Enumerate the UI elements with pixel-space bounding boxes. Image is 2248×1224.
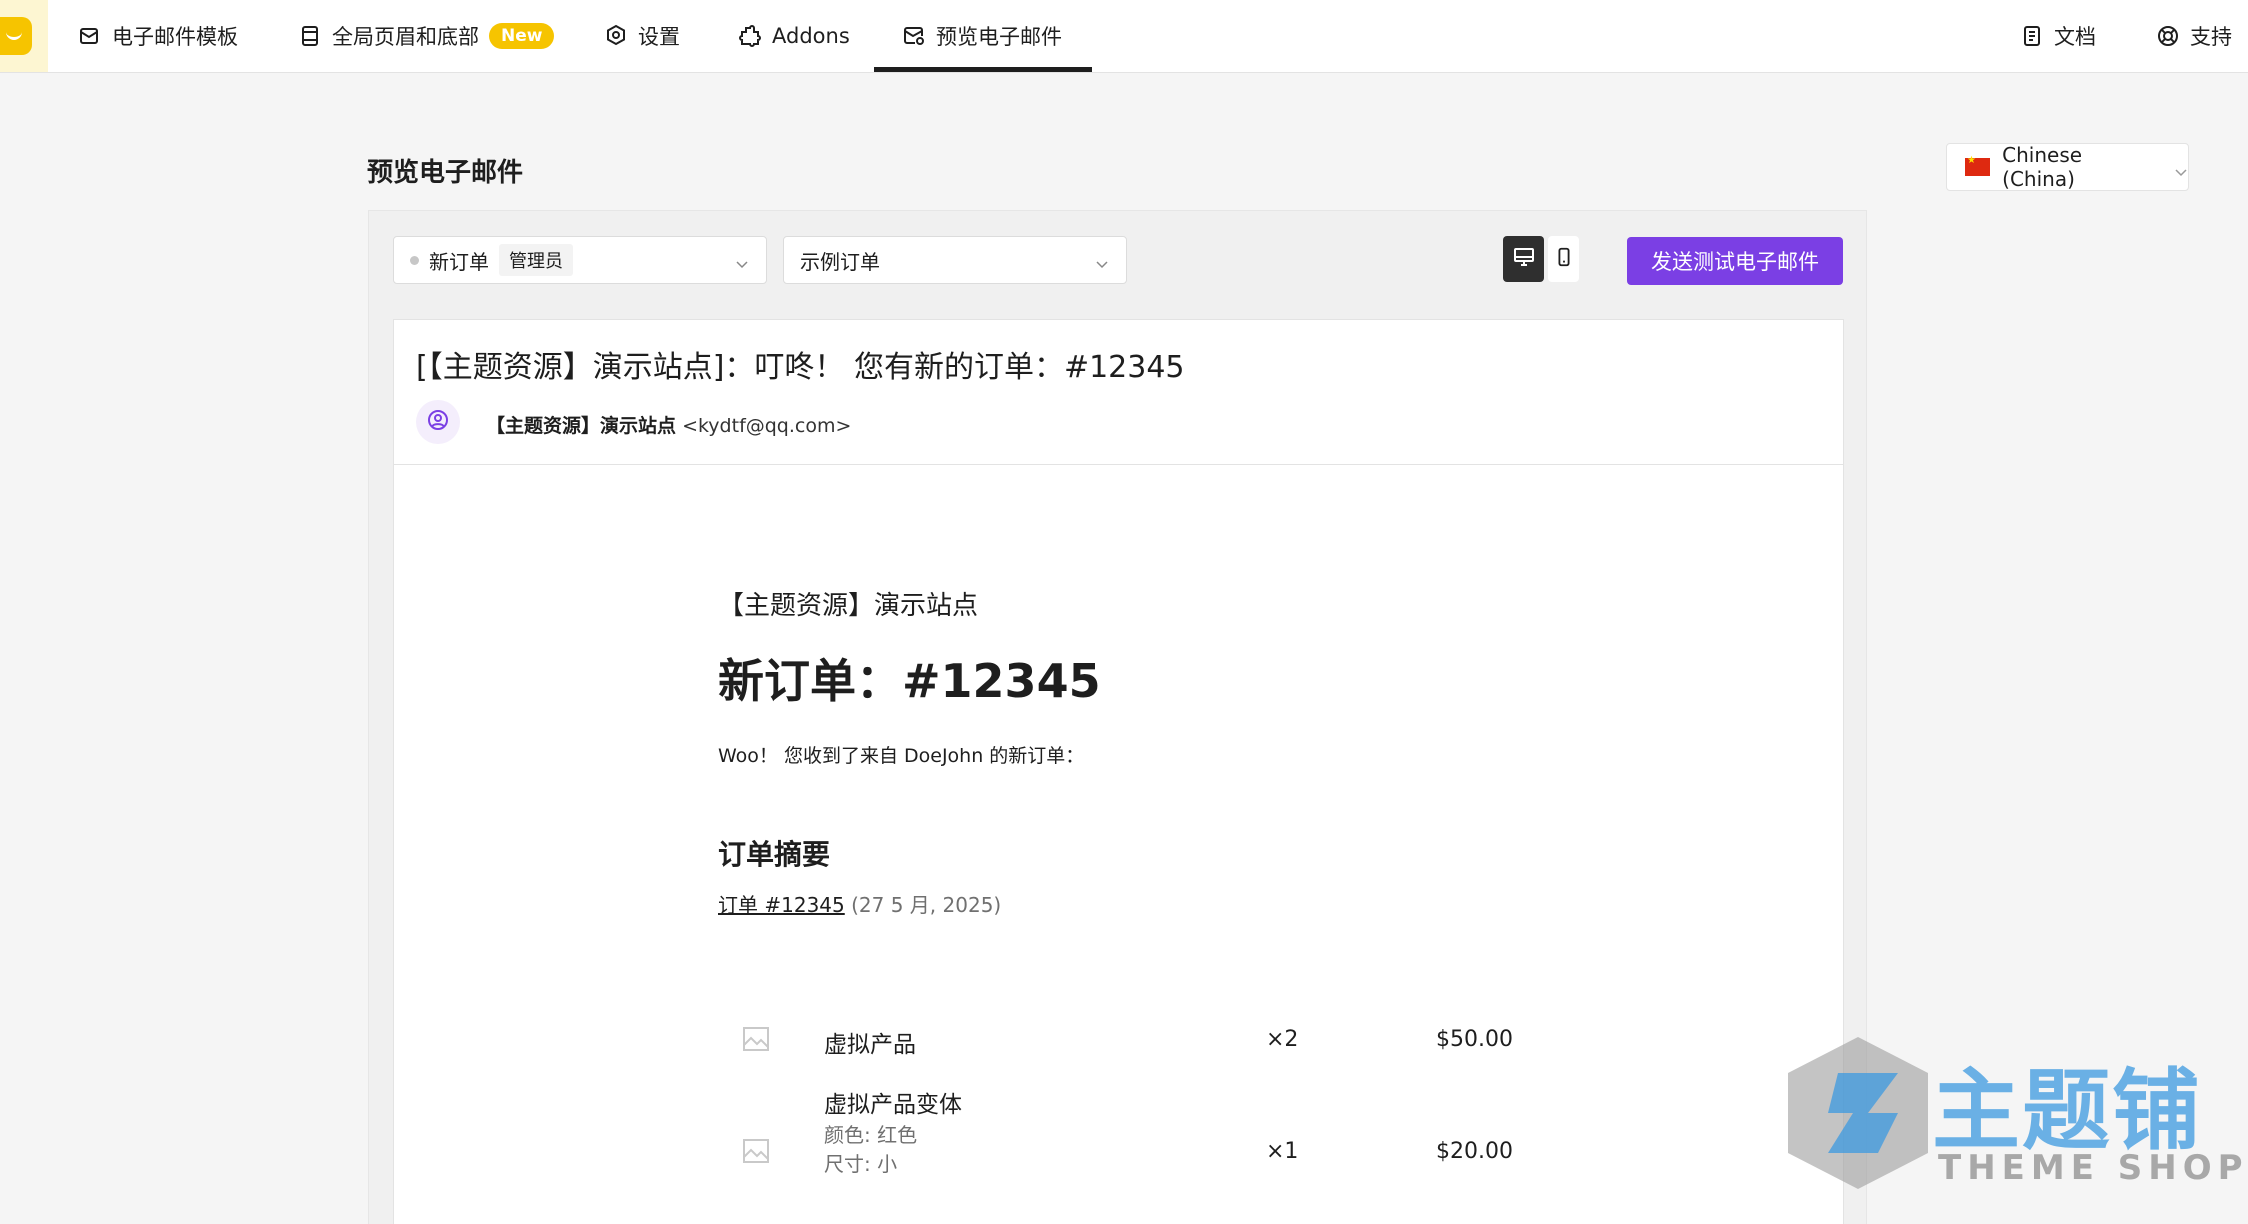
- email-intro: Woo！ 您收到了来自 DoeJohn 的新订单：: [718, 745, 1085, 767]
- lifebuoy-icon: [2156, 24, 2180, 48]
- send-test-email-button[interactable]: 发送测试电子邮件: [1627, 237, 1843, 285]
- mobile-icon: [1553, 246, 1575, 272]
- nav-label: 全局页眉和底部: [332, 25, 479, 49]
- china-flag-icon: [1965, 155, 1991, 176]
- email-header: [【主题资源】演示站点]：叮咚！ 您有新的订单：#12345 【主题资源】演示站…: [393, 319, 1844, 465]
- new-badge: New: [489, 23, 555, 49]
- preview-card: 新订单 管理员 示例订单 发送测试电子邮件 [【主题资源】演示站点]：叮咚！ 您…: [368, 210, 1867, 1224]
- recipient-role-badge: 管理员: [499, 244, 573, 276]
- email-type-label: 新订单: [429, 249, 489, 274]
- nav-label: 文档: [2054, 25, 2096, 49]
- chevron-down-icon: [2174, 160, 2188, 177]
- item-quantity: ×1: [1266, 1139, 1299, 1164]
- watermark-subtext: THEME SHOP: [1938, 1148, 2248, 1188]
- item-attribute-color: 颜色: 红色: [824, 1123, 918, 1147]
- app-logo[interactable]: [0, 0, 48, 72]
- email-body: 【主题资源】演示站点 新订单：#12345 Woo！ 您收到了来自 DoeJoh…: [393, 465, 1844, 1224]
- nav-docs[interactable]: 文档: [2020, 0, 2096, 72]
- chevron-down-icon: [1094, 253, 1110, 269]
- nav-support[interactable]: 支持: [2156, 0, 2232, 72]
- email-site-name: 【主题资源】演示站点: [718, 591, 979, 621]
- order-link[interactable]: 订单 #12345: [718, 893, 845, 917]
- desktop-icon: [1512, 245, 1536, 273]
- nav-label: 支持: [2190, 25, 2232, 49]
- item-price: $20.00: [1436, 1139, 1513, 1164]
- item-name: 虚拟产品变体: [824, 1092, 962, 1118]
- nav-label: 设置: [638, 25, 680, 49]
- item-attribute-size: 尺寸: 小: [824, 1152, 898, 1176]
- nav-preview-email[interactable]: 预览电子邮件: [902, 0, 1062, 72]
- email-heading: 新订单：#12345: [718, 654, 1101, 708]
- status-dot: [410, 255, 419, 265]
- order-summary-title: 订单摘要: [718, 838, 831, 871]
- order-reference: 订单 #12345 (27 5 月, 2025): [718, 889, 1001, 918]
- layout-icon: [298, 24, 322, 48]
- nav-settings[interactable]: 设置: [604, 0, 680, 72]
- order-select-label: 示例订单: [800, 249, 880, 274]
- puzzle-icon: [738, 24, 762, 48]
- sender-name: 【主题资源】演示站点: [486, 415, 677, 437]
- image-placeholder-icon: [743, 1027, 769, 1051]
- nav-addons[interactable]: Addons: [738, 0, 850, 72]
- top-navigation: 电子邮件模板 全局页眉和底部 New 设置 Addons 预览电子邮件 文档 支…: [0, 0, 2248, 73]
- settings-icon: [604, 24, 628, 48]
- sender-avatar: [416, 400, 460, 444]
- document-icon: [2020, 24, 2044, 48]
- user-circle-icon: [426, 408, 450, 436]
- nav-label: Addons: [772, 24, 850, 48]
- nav-global-header-footer[interactable]: 全局页眉和底部 New: [298, 0, 555, 72]
- active-tab-indicator: [874, 67, 1092, 72]
- nav-label: 电子邮件模板: [112, 25, 238, 49]
- mail-preview-icon: [902, 24, 926, 48]
- language-select[interactable]: Chinese (China): [1946, 143, 2189, 191]
- desktop-view-button[interactable]: [1503, 236, 1545, 282]
- order-item-row: 虚拟产品变体 颜色: 红色 尺寸: 小 ×1 $20.00: [718, 1083, 1558, 1193]
- item-name: 虚拟产品: [824, 1032, 916, 1058]
- nav-email-templates[interactable]: 电子邮件模板: [78, 0, 238, 72]
- chevron-down-icon: [734, 253, 750, 269]
- email-subject: [【主题资源】演示站点]：叮咚！ 您有新的订单：#12345: [416, 350, 1185, 385]
- mail-edit-icon: [78, 24, 102, 48]
- page-title: 预览电子邮件: [367, 158, 524, 188]
- language-label: Chinese (China): [2002, 143, 2083, 191]
- item-quantity: ×2: [1266, 1027, 1299, 1052]
- order-item-row: 虚拟产品 ×2 $50.00: [718, 999, 1558, 1059]
- item-price: $50.00: [1436, 1027, 1513, 1052]
- email-type-select[interactable]: 新订单 管理员: [393, 236, 767, 284]
- order-select[interactable]: 示例订单: [783, 236, 1127, 284]
- order-date: (27 5 月, 2025): [851, 893, 1002, 917]
- mobile-view-button[interactable]: [1548, 236, 1579, 282]
- logo-icon: [0, 17, 32, 55]
- sender-line: 【主题资源】演示站点 <kydtf@qq.com>: [486, 411, 851, 438]
- nav-label: 预览电子邮件: [936, 25, 1062, 49]
- sender-email: <kydtf@qq.com>: [682, 415, 852, 437]
- image-placeholder-icon: [743, 1139, 769, 1163]
- view-mode-toggle: [1503, 236, 1579, 286]
